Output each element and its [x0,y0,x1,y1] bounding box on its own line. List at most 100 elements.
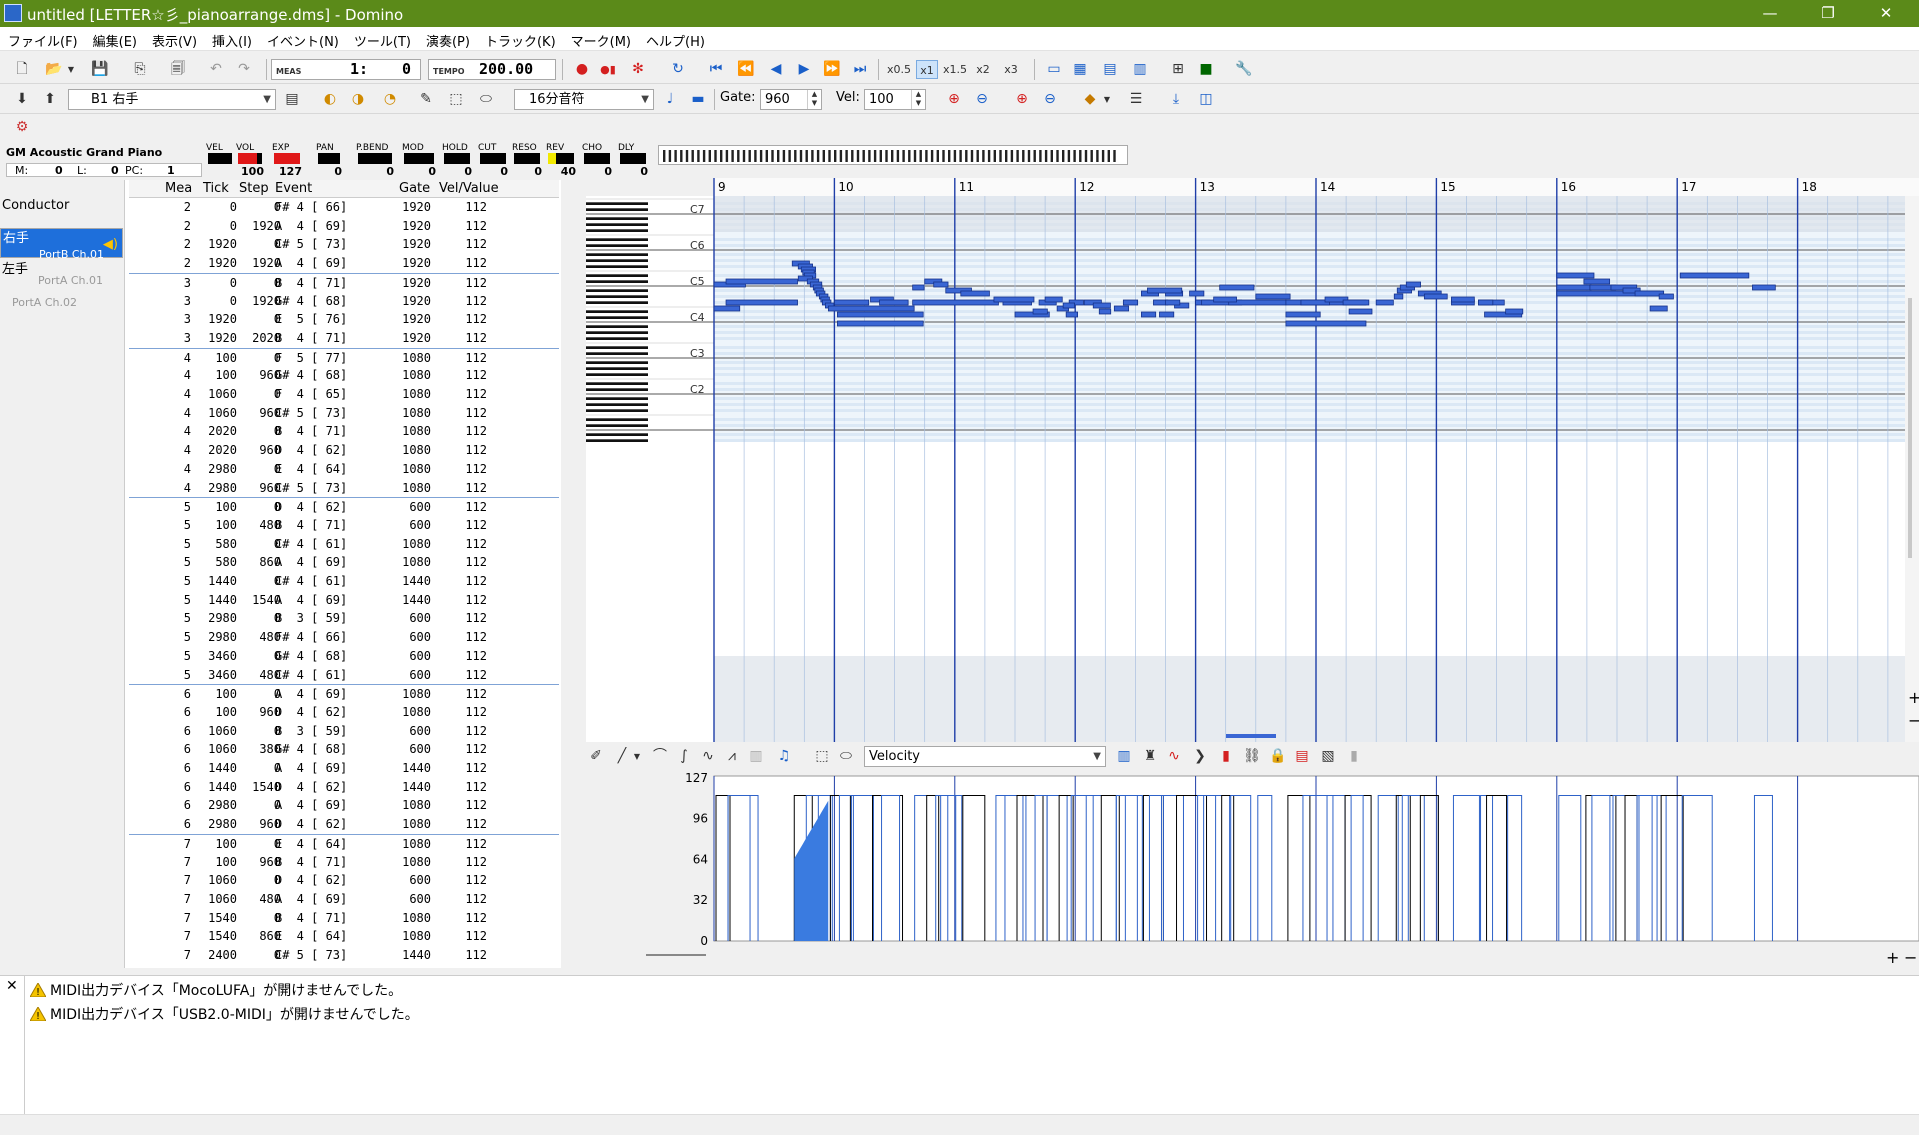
close-icon[interactable]: ✕ [6,978,18,994]
level-icon[interactable]: ▮ [1216,747,1236,766]
align-icon[interactable]: ☰ [1126,90,1146,109]
random-icon[interactable]: ⩘ [722,747,742,766]
bar-mode-icon[interactable]: ▥ [1114,747,1134,766]
measure-display[interactable]: MEAS 1: 0 [271,59,421,80]
note[interactable] [1583,278,1611,285]
note[interactable] [1065,311,1079,318]
note[interactable] [1451,296,1475,303]
velocity-canvas[interactable]: 127 96 64 32 0 + − [586,770,1919,967]
piano-roll[interactable]: C7 C6 C5 C4 C3 C2 9 10 11 12 13 14 15 16 17 18 + − [586,178,1919,742]
table-row[interactable]: 3 0 1920 G# 4 [ 68] 1920 112 [129,292,559,311]
note[interactable] [833,299,870,306]
lock-icon[interactable]: 🔒 [1268,747,1288,766]
open-folder-icon[interactable]: 📂 [44,60,64,79]
note[interactable] [713,305,741,312]
note[interactable] [1285,311,1321,318]
vel-input[interactable]: 100 ▲ ▼ [864,89,926,110]
pencil-icon[interactable]: ✎ [416,90,436,109]
line-dropdown-icon[interactable]: ▼ [632,747,642,766]
table-row[interactable]: 6 1440 0 A 4 [ 69] 1440 112 [129,759,559,778]
zoom-minus-icon[interactable]: − [1908,711,1919,730]
note[interactable] [1423,293,1448,300]
piano-roll-view-icon[interactable]: ▤ [1100,60,1120,79]
table-row[interactable]: 6 2980 960 D 4 [ 62] 1080 112 [129,815,559,834]
note[interactable] [879,299,909,306]
minimize-button[interactable]: — [1747,0,1793,27]
brush-icon[interactable]: ♫ [774,747,794,766]
table-row[interactable]: 300B 4 [ 71] 1920 112 [129,272,559,292]
note[interactable] [827,305,915,312]
meter-cho[interactable]: CHO 0 [582,143,612,179]
note[interactable] [1122,299,1139,306]
table-row[interactable]: 4 2020 960 D 4 [ 62] 1080 112 [129,441,559,460]
wrench-icon[interactable]: 🔧 [1234,60,1254,79]
controller-select[interactable]: Velocity ▼ [864,746,1106,767]
speed-3[interactable]: x3 [1000,60,1022,79]
table-row[interactable]: 5 100 480 B 4 [ 71] 600 112 [129,516,559,535]
table-row[interactable]: 4 2020 0 B 4 [ 71] 1080 112 [129,422,559,441]
speaker-icon[interactable]: ◔ [380,90,400,109]
menu-play[interactable]: 演奏(P) [418,27,477,50]
table-row[interactable]: 5 2980 0 B 3 [ 59] 600 112 [129,609,559,628]
table-row[interactable]: 5 3460 0 G# 4 [ 68] 600 112 [129,647,559,666]
record-icon[interactable]: ● [572,60,592,79]
note[interactable] [725,278,798,285]
col-event[interactable]: Event [275,180,312,198]
text-icon[interactable]: ▧ [1318,747,1338,766]
note[interactable] [1098,308,1112,315]
go-end-icon[interactable]: ⏭ [850,60,870,79]
menu-file[interactable]: ファイル(F) [0,27,85,50]
quantize-icon[interactable]: ◆ [1080,90,1100,109]
zoom-minus-icon[interactable]: − [1904,948,1917,967]
line-icon[interactable]: ╱ [612,747,632,766]
step-back-icon[interactable]: ◀ [766,60,786,79]
col-tick[interactable]: Tick [203,180,229,198]
table-row[interactable]: 7 100 960 B 4 [ 71] 1080 112 [129,853,559,872]
note[interactable] [1062,302,1075,309]
link-icon[interactable]: ⛓ [1242,747,1262,766]
select-rect-icon[interactable]: ⬚ [446,90,466,109]
meter-vel[interactable]: VEL [206,143,234,179]
undo-icon[interactable]: ↶ [206,60,226,79]
meter-pan[interactable]: PAN 0 [316,143,342,179]
import-icon[interactable]: ⤓ [1166,90,1186,109]
freehand-icon[interactable]: ✐ [586,747,606,766]
note[interactable] [1219,284,1255,291]
close-button[interactable]: ✕ [1863,0,1909,27]
split-handle[interactable] [1226,734,1276,738]
track-right-hand[interactable]: 右手 PortB Ch.01 ◀) [0,228,123,261]
note[interactable] [1342,299,1370,306]
grid-icon[interactable]: ⊞ [1168,60,1188,79]
table-row[interactable]: 6 1440 1540 D 4 [ 62] 1440 112 [129,778,559,797]
menu-help[interactable]: ヘルプ(H) [638,27,712,50]
track-props-icon[interactable]: ▤ [282,90,302,109]
piano-roll-canvas[interactable]: C7 C6 C5 C4 C3 C2 9 10 11 12 13 14 15 16 17 18 + − [586,178,1919,742]
note-icon[interactable]: ♩ [660,90,680,109]
track-settings-icon[interactable]: ⚙ [12,118,32,137]
note[interactable] [1092,302,1111,309]
redo-icon[interactable]: ↷ [234,60,254,79]
speaker-icon[interactable]: ◀) [103,235,118,254]
note[interactable] [837,311,924,318]
meter-cut[interactable]: CUT 0 [478,143,508,179]
restore-button[interactable]: ❐ [1805,0,1851,27]
note[interactable] [1113,305,1130,312]
select-rect-icon[interactable]: ⬚ [812,747,832,766]
table-row[interactable]: 2 1920 1920 A 4 [ 69] 1920 112 [129,254,559,273]
scroll-thumb[interactable] [1908,298,1912,558]
mini-keyboard[interactable] [658,145,1128,165]
curve1-icon[interactable]: ⌒ [650,747,670,766]
table-row[interactable]: 7 1540 860 E 4 [ 64] 1080 112 [129,927,559,946]
note[interactable] [1141,311,1157,318]
track-view-icon[interactable]: ▦ [1070,60,1090,79]
table-row[interactable]: 7 2400 0 C# 5 [ 73] 1440 112 [129,946,559,965]
meter-reso[interactable]: RESO 0 [512,143,542,179]
table-row[interactable]: 7 1060 0 D 4 [ 62] 600 112 [129,871,559,890]
stamp-icon[interactable]: ♜ [1140,747,1160,766]
table-row[interactable]: 5 100 0 D 4 [ 62] 600 112 [129,497,559,516]
save-icon[interactable]: 💾 [90,60,110,79]
zoom-plus-icon[interactable]: + [1886,948,1899,967]
table-row[interactable]: 4 1060 0 F 4 [ 65] 1080 112 [129,385,559,404]
table-row[interactable]: 3 1920 2020 B 4 [ 71] 1920 112 [129,329,559,348]
note[interactable] [1658,293,1674,300]
